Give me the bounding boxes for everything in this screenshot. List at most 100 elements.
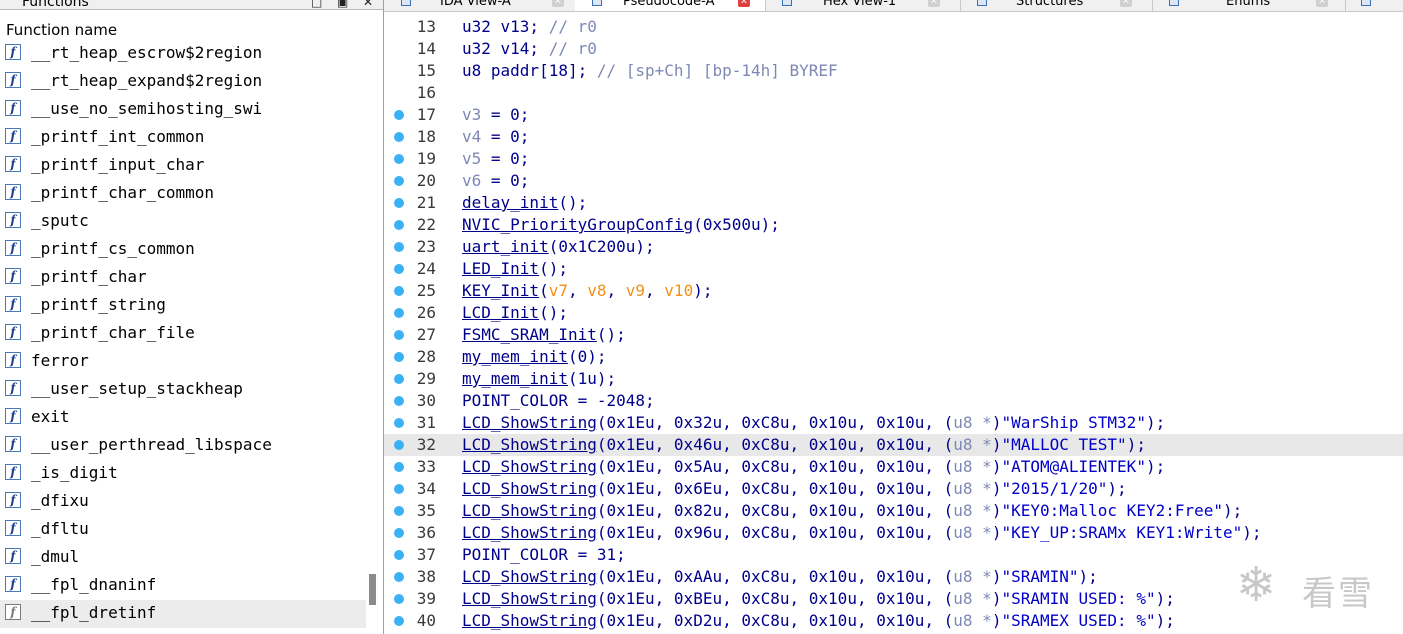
code-line[interactable]: 32 LCD_ShowString(0x1Eu, 0x46u, 0xC8u, 0x…	[384, 434, 1403, 456]
breakpoint-dot-icon[interactable]	[394, 506, 404, 516]
function-call-link[interactable]: uart_init	[462, 237, 549, 256]
code-line[interactable]: 17 v3 = 0;	[384, 104, 1403, 126]
breakpoint-dot-icon[interactable]	[394, 352, 404, 362]
breakpoint-dot-icon[interactable]	[394, 308, 404, 318]
code-line[interactable]: 15 u8 paddr[18]; // [sp+Ch] [bp-14h] BYRE…	[384, 60, 1403, 82]
breakpoint-dot-icon[interactable]	[394, 418, 404, 428]
function-list[interactable]: f __rt_heap_escrow$2region f __rt_heap_expa…	[0, 40, 366, 628]
function-list-item[interactable]: f ferror	[0, 348, 366, 376]
breakpoint-dot-icon[interactable]	[394, 484, 404, 494]
close-tab-icon[interactable]: x	[1120, 0, 1132, 7]
code-line[interactable]: 29 my_mem_init(1u);	[384, 368, 1403, 390]
code-line[interactable]: 20 v6 = 0;	[384, 170, 1403, 192]
function-call-link[interactable]: LCD_ShowString	[462, 567, 597, 586]
breakpoint-dot-icon[interactable]	[394, 528, 404, 538]
function-list-item[interactable]: f __rt_heap_escrow$2region	[0, 40, 366, 68]
code-line[interactable]: 31 LCD_ShowString(0x1Eu, 0x32u, 0xC8u, 0x…	[384, 412, 1403, 434]
close-tab-icon[interactable]: x	[552, 0, 564, 7]
code-line[interactable]: 27 FSMC_SRAM_Init();	[384, 324, 1403, 346]
breakpoint-dot-icon[interactable]	[394, 550, 404, 560]
tab-pseudocode-a[interactable]: Pseudocode-A x	[575, 0, 766, 11]
function-call-link[interactable]: LCD_ShowString	[462, 479, 597, 498]
code-line[interactable]: 33 LCD_ShowString(0x1Eu, 0x5Au, 0xC8u, 0x…	[384, 456, 1403, 478]
code-line[interactable]: 14 u32 v14; // r0	[384, 38, 1403, 60]
function-call-link[interactable]: LCD_ShowString	[462, 501, 597, 520]
function-list-item[interactable]: f _printf_cs_common	[0, 236, 366, 264]
function-list-item[interactable]: f _printf_char_common	[0, 180, 366, 208]
function-list-item[interactable]: f _printf_char_file	[0, 320, 366, 348]
tab-more[interactable]	[1345, 0, 1403, 11]
function-list-item[interactable]: f _printf_string	[0, 292, 366, 320]
code-listing[interactable]: 13 u32 v13; // r0 14 u32 v14; // r0 15 u8 pad…	[384, 16, 1403, 632]
function-call-link[interactable]: LCD_ShowString	[462, 457, 597, 476]
function-list-item[interactable]: f _sputc	[0, 208, 366, 236]
float-icon[interactable]: ▣	[337, 0, 348, 9]
breakpoint-dot-icon[interactable]	[394, 198, 404, 208]
breakpoint-dot-icon[interactable]	[394, 242, 404, 252]
breakpoint-dot-icon[interactable]	[394, 572, 404, 582]
code-line[interactable]: 34 LCD_ShowString(0x1Eu, 0x6Eu, 0xC8u, 0x…	[384, 478, 1403, 500]
code-line[interactable]: 25 KEY_Init(v7, v8, v9, v10);	[384, 280, 1403, 302]
function-list-item[interactable]: f __fpl_dnaninf	[0, 572, 366, 600]
code-line[interactable]: 23 uart_init(0x1C200u);	[384, 236, 1403, 258]
code-line[interactable]: 16	[384, 82, 1403, 104]
close-tab-icon[interactable]: x	[928, 0, 940, 7]
function-call-link[interactable]: LED_Init	[462, 259, 539, 278]
close-tab-icon[interactable]: x	[738, 0, 750, 7]
function-list-item[interactable]: f _printf_char	[0, 264, 366, 292]
breakpoint-dot-icon[interactable]	[394, 286, 404, 296]
function-list-item[interactable]: f _dfltu	[0, 516, 366, 544]
close-icon[interactable]: ✕	[363, 0, 373, 9]
function-name-column-header[interactable]: Function name	[0, 19, 383, 41]
breakpoint-dot-icon[interactable]	[394, 154, 404, 164]
breakpoint-dot-icon[interactable]	[394, 396, 404, 406]
code-line[interactable]: 30 POINT_COLOR = -2048;	[384, 390, 1403, 412]
breakpoint-dot-icon[interactable]	[394, 330, 404, 340]
function-list-item[interactable]: f _printf_input_char	[0, 152, 366, 180]
function-list-item[interactable]: f __fpl_dretinf	[0, 600, 366, 628]
function-call-link[interactable]: LCD_ShowString	[462, 589, 597, 608]
code-line[interactable]: 24 LED_Init();	[384, 258, 1403, 280]
function-list-item[interactable]: f exit	[0, 404, 366, 432]
breakpoint-dot-icon[interactable]	[394, 132, 404, 142]
breakpoint-dot-icon[interactable]	[394, 176, 404, 186]
close-tab-icon[interactable]: x	[1316, 0, 1328, 7]
function-call-link[interactable]: my_mem_init	[462, 347, 568, 366]
function-call-link[interactable]: my_mem_init	[462, 369, 568, 388]
pseudocode-view[interactable]: IDA View-A x Pseudocode-A x Hex View-1 x…	[384, 0, 1403, 634]
breakpoint-dot-icon[interactable]	[394, 594, 404, 604]
function-call-link[interactable]: LCD_ShowString	[462, 435, 597, 454]
tab-ida-view-a[interactable]: IDA View-A x	[384, 0, 576, 11]
function-call-link[interactable]: KEY_Init	[462, 281, 539, 300]
tab-structures[interactable]: Structures x	[960, 0, 1153, 11]
function-call-link[interactable]: delay_init	[462, 193, 558, 212]
function-list-item[interactable]: f __rt_heap_expand$2region	[0, 68, 366, 96]
code-line[interactable]: 26 LCD_Init();	[384, 302, 1403, 324]
function-call-link[interactable]: LCD_ShowString	[462, 611, 597, 630]
breakpoint-dot-icon[interactable]	[394, 374, 404, 384]
function-call-link[interactable]: LCD_ShowString	[462, 523, 597, 542]
function-call-link[interactable]: FSMC_SRAM_Init	[462, 325, 597, 344]
code-line[interactable]: 35 LCD_ShowString(0x1Eu, 0x82u, 0xC8u, 0x…	[384, 500, 1403, 522]
breakpoint-dot-icon[interactable]	[394, 440, 404, 450]
function-list-item[interactable]: f _dfixu	[0, 488, 366, 516]
code-line[interactable]: 28 my_mem_init(0);	[384, 346, 1403, 368]
breakpoint-dot-icon[interactable]	[394, 616, 404, 626]
function-call-link[interactable]: LCD_Init	[462, 303, 539, 322]
breakpoint-dot-icon[interactable]	[394, 110, 404, 120]
function-list-item[interactable]: f __use_no_semihosting_swi	[0, 96, 366, 124]
function-list-item[interactable]: f _dmul	[0, 544, 366, 572]
code-line[interactable]: 22 NVIC_PriorityGroupConfig(0x500u);	[384, 214, 1403, 236]
function-call-link[interactable]: LCD_ShowString	[462, 413, 597, 432]
breakpoint-dot-icon[interactable]	[394, 220, 404, 230]
function-list-item[interactable]: f _is_digit	[0, 460, 366, 488]
code-line[interactable]: 36 LCD_ShowString(0x1Eu, 0x96u, 0xC8u, 0x…	[384, 522, 1403, 544]
function-list-item[interactable]: f __user_setup_stackheap	[0, 376, 366, 404]
tab-enums[interactable]: Enums x	[1152, 0, 1346, 11]
function-list-item[interactable]: f _printf_int_common	[0, 124, 366, 152]
breakpoint-dot-icon[interactable]	[394, 264, 404, 274]
scrollbar-thumb[interactable]	[369, 574, 376, 605]
code-line[interactable]: 18 v4 = 0;	[384, 126, 1403, 148]
code-line[interactable]: 19 v5 = 0;	[384, 148, 1403, 170]
function-list-item[interactable]: f __user_perthread_libspace	[0, 432, 366, 460]
